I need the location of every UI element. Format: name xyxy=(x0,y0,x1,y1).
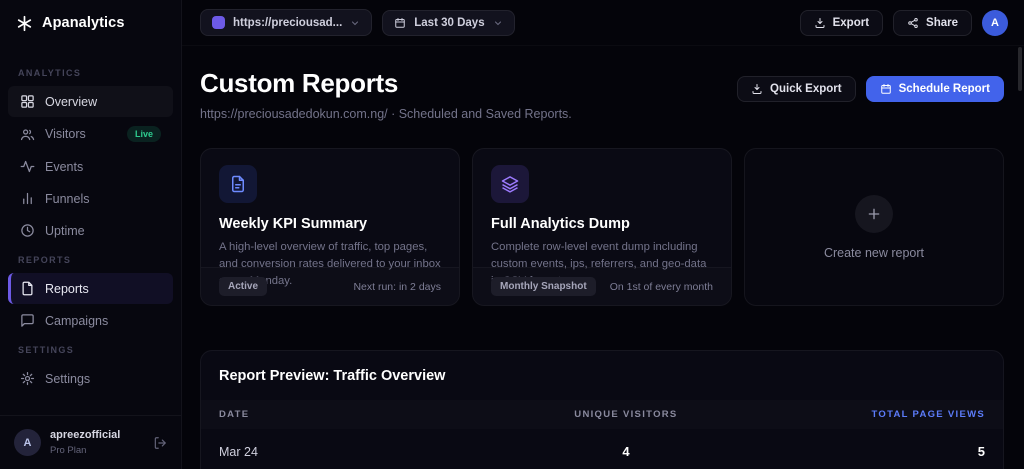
date-range-selector[interactable]: Last 30 Days xyxy=(382,9,515,36)
table-row: Mar 24 4 5 xyxy=(201,429,1003,469)
date-range-value: Last 30 Days xyxy=(414,16,485,29)
status-badge: Monthly Snapshot xyxy=(491,277,596,296)
file-text-icon xyxy=(219,165,257,203)
sidebar-item-label: Events xyxy=(45,159,84,174)
report-preview-title: Report Preview: Traffic Overview xyxy=(219,368,446,384)
account-avatar[interactable]: A xyxy=(982,9,1008,36)
logout-icon[interactable] xyxy=(153,436,167,450)
sidebar-item-reports[interactable]: Reports xyxy=(8,273,173,304)
download-icon xyxy=(751,83,763,95)
live-badge: Live xyxy=(126,126,161,142)
user-name: apreezofficial xyxy=(50,429,121,442)
sidebar-item-funnels[interactable]: Funnels xyxy=(8,183,173,214)
bar-chart-icon xyxy=(20,191,35,206)
sidebar-item-campaigns[interactable]: Campaigns xyxy=(8,305,173,336)
site-favicon xyxy=(212,16,225,29)
user-plan: Pro Plan xyxy=(50,444,87,456)
chevron-down-icon xyxy=(493,18,503,28)
card-footer: Monthly Snapshot On 1st of every month xyxy=(473,267,731,305)
sidebar-item-uptime[interactable]: Uptime xyxy=(8,215,173,246)
quick-export-label: Quick Export xyxy=(770,83,842,95)
site-selector-value: https://preciousad... xyxy=(233,16,343,29)
share-button[interactable]: Share xyxy=(893,9,972,36)
file-icon xyxy=(20,281,35,296)
nav-section-settings: SETTINGS xyxy=(18,345,75,355)
column-header-unique-visitors: UNIQUE VISITORS xyxy=(574,409,678,420)
sidebar: Apanalytics ANALYTICS Overview Visitors … xyxy=(0,0,182,469)
sidebar-item-events[interactable]: Events xyxy=(8,151,173,182)
report-cards: Weekly KPI Summary A high-level overview… xyxy=(200,148,1004,306)
report-card-analytics-dump[interactable]: Full Analytics Dump Complete row-level e… xyxy=(472,148,732,306)
create-report-card[interactable]: Create new report xyxy=(744,148,1004,306)
page-subtitle: https://preciousadedokun.com.ng/ · Sched… xyxy=(200,107,572,121)
card-meta: On 1st of every month xyxy=(609,280,713,293)
scrollbar-thumb[interactable] xyxy=(1018,47,1022,91)
sidebar-item-label: Campaigns xyxy=(45,313,109,328)
clock-icon xyxy=(20,223,35,238)
card-title: Weekly KPI Summary xyxy=(219,216,368,232)
sidebar-item-label: Funnels xyxy=(45,191,90,206)
report-card-weekly-kpi[interactable]: Weekly KPI Summary A high-level overview… xyxy=(200,148,460,306)
page-header: Custom Reports https://preciousadedokun.… xyxy=(200,68,1004,121)
app-name: Apanalytics xyxy=(42,15,125,31)
sidebar-item-label: Visitors xyxy=(45,127,86,141)
sidebar-item-label: Uptime xyxy=(45,223,85,238)
column-header-date: DATE xyxy=(219,409,250,420)
quick-export-button[interactable]: Quick Export xyxy=(737,76,856,102)
nav-section-reports: REPORTS xyxy=(18,255,72,265)
app-logo[interactable]: Apanalytics xyxy=(0,0,181,46)
download-icon xyxy=(814,17,826,29)
page-title: Custom Reports xyxy=(200,68,399,98)
export-button[interactable]: Export xyxy=(799,9,884,36)
share-label: Share xyxy=(926,16,958,29)
share-icon xyxy=(907,17,919,29)
layers-icon xyxy=(491,165,529,203)
chevron-down-icon xyxy=(350,18,360,28)
card-footer: Active Next run: in 2 days xyxy=(201,267,459,305)
grid-icon xyxy=(20,94,35,109)
sidebar-item-overview[interactable]: Overview xyxy=(8,86,173,117)
card-meta: Next run: in 2 days xyxy=(353,280,441,293)
card-title: Full Analytics Dump xyxy=(491,216,630,232)
cell-date: Mar 24 xyxy=(219,444,258,459)
schedule-report-label: Schedule Report xyxy=(898,83,990,95)
sidebar-item-label: Settings xyxy=(45,371,91,386)
sidebar-item-settings[interactable]: Settings xyxy=(8,363,173,394)
schedule-report-button[interactable]: Schedule Report xyxy=(865,76,1004,102)
gear-icon xyxy=(20,371,35,386)
table-header-row: DATE UNIQUE VISITORS TOTAL PAGE VIEWS xyxy=(201,400,1003,429)
sidebar-item-label: Reports xyxy=(45,281,89,296)
export-label: Export xyxy=(832,16,870,29)
nav-section-analytics: ANALYTICS xyxy=(18,68,82,78)
calendar-icon xyxy=(394,17,406,29)
status-badge: Active xyxy=(219,277,268,296)
page-title-block: Custom Reports https://preciousadedokun.… xyxy=(200,68,572,121)
chat-icon xyxy=(20,313,35,328)
sidebar-nav: ANALYTICS Overview Visitors Live Events xyxy=(0,46,181,415)
activity-icon xyxy=(20,159,35,174)
sidebar-item-label: Overview xyxy=(45,94,98,109)
user-meta: apreezofficial Pro Plan xyxy=(50,428,144,457)
calendar-icon xyxy=(880,83,892,95)
user-avatar[interactable]: A xyxy=(14,429,41,457)
site-selector[interactable]: https://preciousad... xyxy=(200,9,373,36)
page-actions: Quick Export Schedule Report xyxy=(737,76,1004,102)
plus-icon xyxy=(855,194,893,233)
users-icon xyxy=(20,127,35,142)
sidebar-item-visitors[interactable]: Visitors Live xyxy=(8,118,173,150)
report-preview-panel: Report Preview: Traffic Overview DATE UN… xyxy=(200,350,1004,469)
topbar: https://preciousad... Last 30 Days Expor… xyxy=(182,0,1024,46)
asterisk-logo-icon xyxy=(16,15,33,32)
topbar-actions: Export Share A xyxy=(799,9,1008,36)
cell-unique-visitors: 4 xyxy=(622,444,630,459)
user-box: A apreezofficial Pro Plan xyxy=(0,415,181,469)
main-content: Custom Reports https://preciousadedokun.… xyxy=(182,46,1024,469)
create-report-label: Create new report xyxy=(823,245,925,260)
column-header-total-page-views: TOTAL PAGE VIEWS xyxy=(871,409,985,420)
cell-total-page-views: 5 xyxy=(977,444,985,459)
